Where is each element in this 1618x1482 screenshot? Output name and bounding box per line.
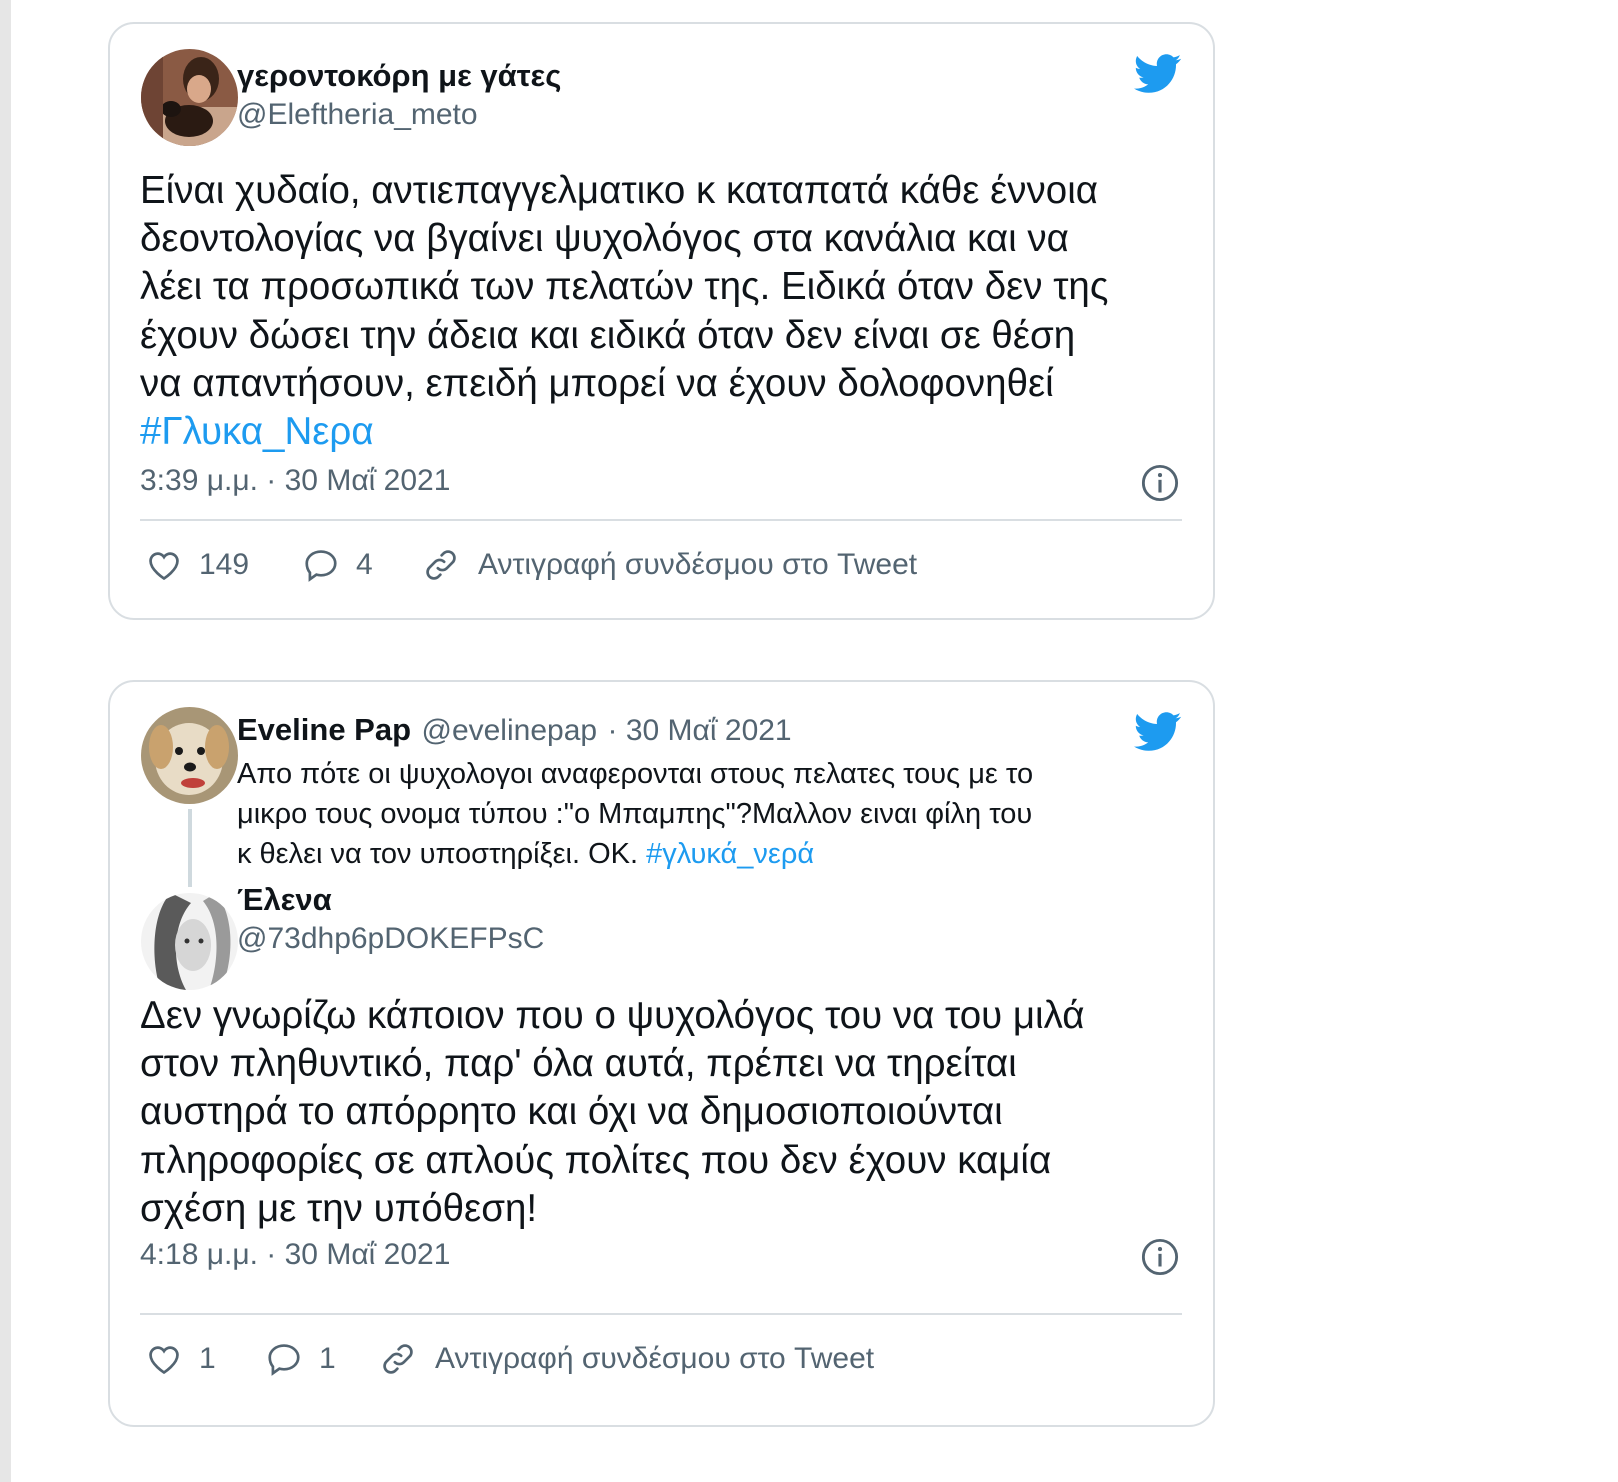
author-name[interactable]: Έλενα: [237, 882, 332, 918]
tweet-timestamp[interactable]: 4:18 μ.μ. · 30 Μαΐ 2021: [140, 1238, 450, 1272]
divider: [140, 1313, 1182, 1315]
thread-connector: [188, 809, 192, 887]
heart-icon: [149, 1346, 179, 1375]
tweet-text: Δεν γνωρίζω κάποιον που ο ψυχολόγος του …: [140, 992, 1085, 1233]
page-left-strip: [0, 0, 11, 1482]
quoted-tweet-date[interactable]: · 30 Μαΐ 2021: [608, 714, 792, 747]
tweet-embed-card[interactable]: γεροντοκόρη με γάτες @Eleftheria_meto Εί…: [108, 22, 1215, 620]
tweet-text-line: πληροφορίες σε απλούς πολίτες που δεν έχ…: [140, 1138, 1052, 1182]
like-button[interactable]: 149: [145, 546, 249, 584]
divider: [140, 519, 1182, 521]
tweet-text-line: στον πληθυντικό, παρ' όλα αυτά, πρέπει ν…: [140, 1042, 1017, 1086]
author-name[interactable]: γεροντοκόρη με γάτες: [237, 58, 561, 94]
copy-link-label: Αντιγραφή συνδέσμου στο Tweet: [435, 1342, 875, 1375]
tweet-text-line: έχουν δώσει την άδεια και ειδικά όταν δε…: [140, 313, 1076, 357]
avatar[interactable]: [141, 49, 238, 146]
tweet-text-line: αυστηρά το απόρρητο και όχι να δημοσιοπο…: [140, 1090, 1003, 1134]
link-icon: [383, 1344, 413, 1374]
like-button[interactable]: 1: [145, 1340, 216, 1378]
hashtag-link[interactable]: #Γλυκα_Νερα: [140, 408, 1108, 456]
tweet-text-line: δεοντολογίας να βγαίνει ψυχολόγος στα κα…: [140, 217, 1069, 261]
tweet-text-line: λέει τα προσωπικά των πελατών της. Ειδικ…: [140, 265, 1109, 309]
author-handle[interactable]: @Eleftheria_meto: [237, 98, 478, 132]
reply-count: 1: [319, 1342, 336, 1375]
speech-bubble-icon: [268, 1344, 300, 1376]
quoted-tweet-text: Απο πότε οι ψυχολογοι αναφερονται στους …: [237, 754, 1033, 874]
quoted-text-line: Απο πότε οι ψυχολογοι αναφερονται στους …: [237, 758, 1034, 790]
tweet-embed-card[interactable]: Eveline Pap @evelinepap · 30 Μαΐ 2021 Απ…: [108, 680, 1215, 1427]
reply-button[interactable]: 4: [302, 546, 373, 584]
info-icon[interactable]: [1141, 1238, 1179, 1276]
reply-count: 4: [356, 548, 373, 581]
quoted-author-handle[interactable]: @evelinepap: [421, 714, 597, 747]
copy-link-button[interactable]: Αντιγραφή συνδέσμου στο Tweet: [422, 546, 917, 584]
tweet-text-line: να απαντήσουν, επειδή μπορεί να έχουν δο…: [140, 361, 1054, 405]
tweet-text: Είναι χυδαίο, αντιεπαγγελματικο κ καταπα…: [140, 167, 1108, 456]
quoted-text-line: μικρο τους ονομα τύπου :"ο Μπαμπης"?Μαλλ…: [237, 798, 1033, 830]
like-count: 1: [199, 1342, 216, 1375]
twitter-bird-icon[interactable]: [1134, 712, 1182, 752]
tweet-timestamp[interactable]: 3:39 μ.μ. · 30 Μαΐ 2021: [140, 464, 450, 498]
speech-bubble-icon: [305, 550, 337, 582]
reply-button[interactable]: 1: [265, 1340, 336, 1378]
like-count: 149: [199, 548, 250, 581]
author-handle[interactable]: @73dhp6pDOKEFPsC: [237, 922, 544, 956]
link-icon: [426, 550, 456, 580]
quoted-author-avatar[interactable]: [141, 707, 238, 804]
tweet-text-line: Είναι χυδαίο, αντιεπαγγελματικο κ καταπα…: [140, 169, 1099, 212]
tweet-text-line: σχέση με την υπόθεση!: [140, 1186, 538, 1230]
info-icon[interactable]: [1141, 464, 1179, 502]
quoted-tweet-header: Eveline Pap @evelinepap · 30 Μαΐ 2021: [237, 712, 792, 748]
quoted-text-line: κ θελει να τον υποστηρίξει. ΟΚ. #γλυκά_ν…: [237, 834, 1033, 874]
quoted-author-name[interactable]: Eveline Pap: [237, 712, 411, 747]
heart-icon: [149, 552, 179, 581]
quoted-text-last-line: κ θελει να τον υποστηρίξει. ΟΚ.: [237, 838, 639, 870]
avatar[interactable]: [141, 893, 238, 990]
copy-link-label: Αντιγραφή συνδέσμου στο Tweet: [478, 548, 918, 581]
hashtag-link[interactable]: #γλυκά_νερά: [646, 838, 814, 870]
tweet-text-line: Δεν γνωρίζω κάποιον που ο ψυχολόγος του …: [140, 994, 1085, 1037]
copy-link-button[interactable]: Αντιγραφή συνδέσμου στο Tweet: [379, 1340, 874, 1378]
twitter-bird-icon[interactable]: [1134, 54, 1182, 94]
